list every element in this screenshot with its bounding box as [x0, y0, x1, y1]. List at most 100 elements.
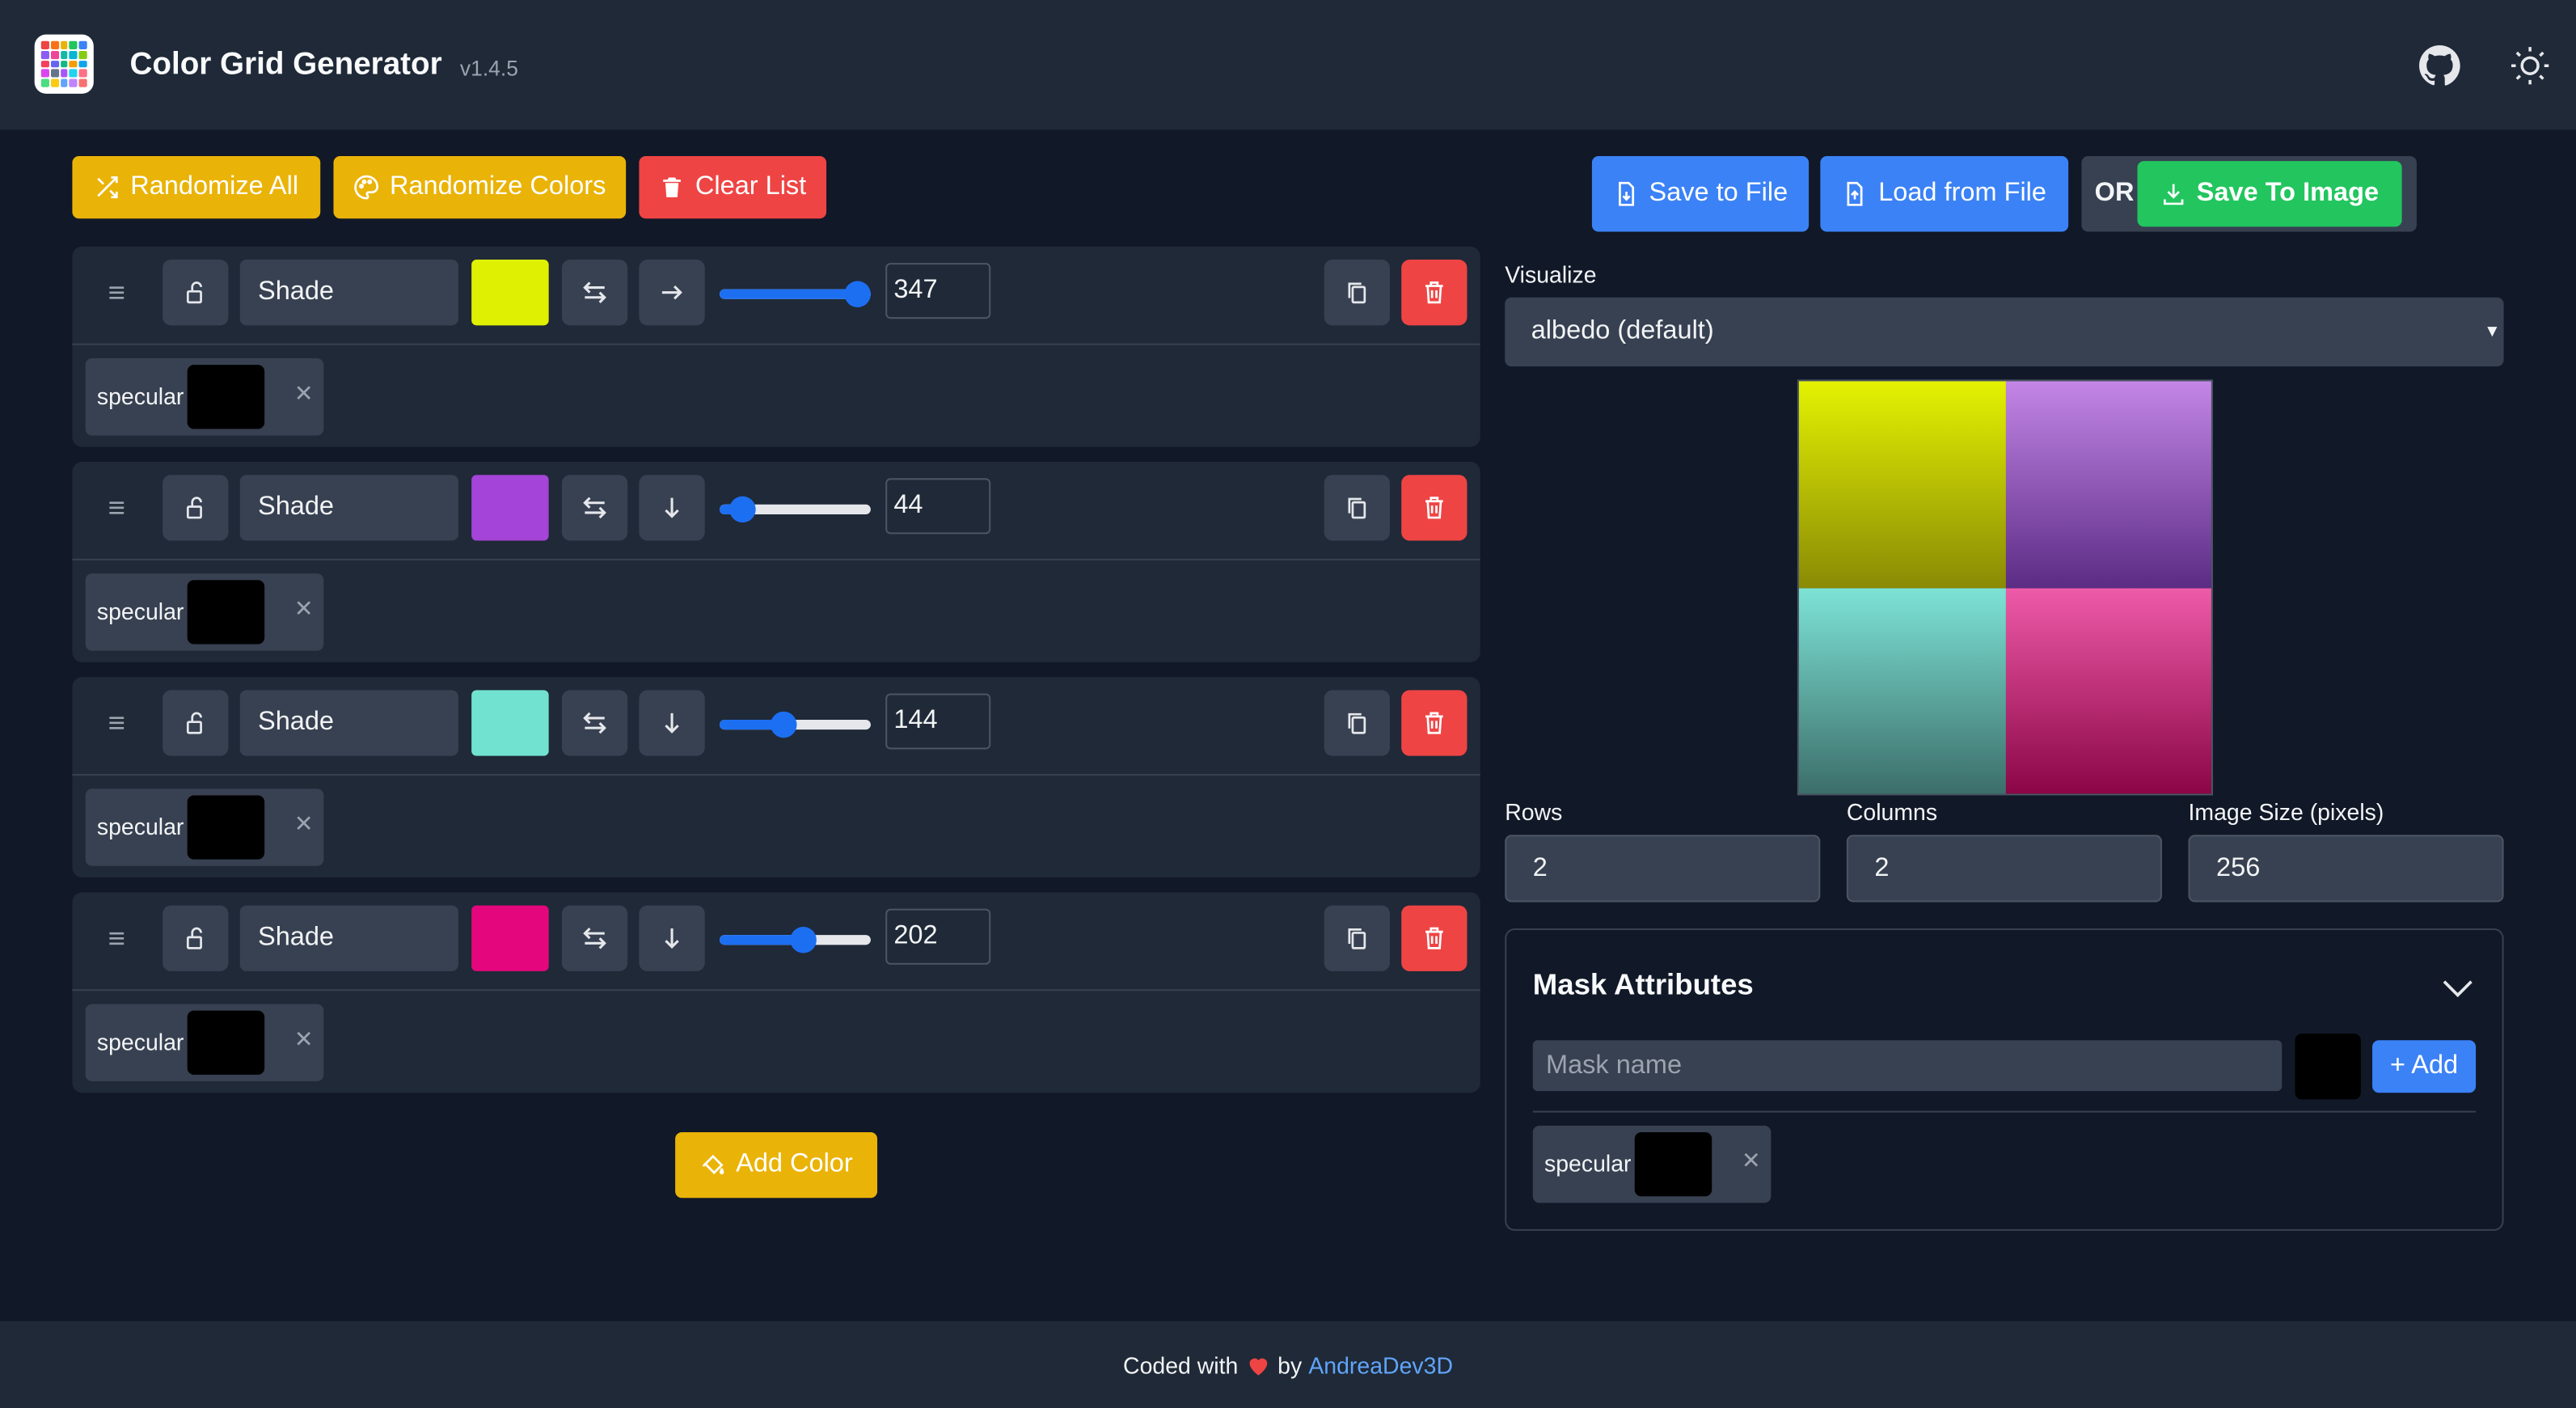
shade-slider[interactable]: [719, 496, 871, 523]
shade-name: Shade: [258, 708, 335, 737]
trash-icon[interactable]: [1401, 905, 1467, 971]
image-size-input[interactable]: 256: [2188, 835, 2504, 903]
trash-icon[interactable]: [1401, 260, 1467, 326]
slider-thumb[interactable]: [790, 926, 817, 953]
mask-item-color[interactable]: [187, 795, 265, 860]
color-row: ≡ Shade 44 specular ✕: [72, 461, 1480, 662]
rows-input[interactable]: 2: [1505, 835, 1821, 903]
swap-icon[interactable]: [561, 905, 628, 971]
slider-fill: [719, 289, 858, 299]
shade-slider[interactable]: [719, 281, 871, 307]
unlock-icon[interactable]: [163, 905, 229, 971]
file-download-icon: [1618, 181, 1634, 206]
shade-value: 44: [893, 491, 923, 520]
swap-icon[interactable]: [561, 475, 628, 541]
color-row-controls: ≡ Shade 347: [72, 247, 1480, 345]
shade-name-input[interactable]: Shade: [239, 690, 458, 756]
mask-item-color[interactable]: [187, 1010, 265, 1075]
mask-item-color[interactable]: [187, 580, 265, 645]
mask-item-label: specular: [1543, 1150, 1632, 1177]
shade-slider[interactable]: [719, 711, 871, 738]
close-icon[interactable]: ✕: [294, 810, 314, 839]
slider-thumb[interactable]: [844, 281, 871, 307]
color-row: ≡ Shade 144 specular ✕: [72, 677, 1480, 878]
color-swatch[interactable]: [471, 475, 549, 541]
close-icon[interactable]: ✕: [294, 595, 314, 624]
shade-name-input[interactable]: Shade: [239, 905, 458, 971]
copy-icon[interactable]: [1324, 260, 1390, 326]
close-icon[interactable]: ✕: [294, 1025, 314, 1054]
unlock-icon[interactable]: [163, 260, 229, 326]
shade-value-input[interactable]: 347: [885, 263, 991, 319]
mask-item: specular ✕: [85, 789, 324, 866]
trash-icon[interactable]: [1401, 475, 1467, 541]
preview-cell: [2004, 381, 2211, 588]
copy-icon[interactable]: [1324, 690, 1390, 756]
rows-value: 2: [1532, 853, 1548, 882]
drag-handle-icon[interactable]: ≡: [102, 922, 132, 955]
trash-icon: [663, 177, 682, 197]
clear-list-button[interactable]: Clear List: [639, 156, 827, 219]
close-icon[interactable]: ✕: [1742, 1147, 1761, 1175]
columns-input[interactable]: 2: [1846, 835, 2162, 903]
chevron-down-icon[interactable]: [2439, 970, 2476, 1006]
shade-value-input[interactable]: 144: [885, 693, 991, 750]
slider-thumb[interactable]: [729, 496, 756, 523]
shade-name-input[interactable]: Shade: [239, 260, 458, 326]
visualize-select[interactable]: albedo (default) ▾: [1505, 297, 2504, 367]
randomize-colors-button[interactable]: Randomize Colors: [333, 156, 627, 219]
author-link[interactable]: AndreaDev3D: [1308, 1351, 1453, 1378]
paint-bucket-icon: [702, 1154, 724, 1175]
unlock-icon[interactable]: [163, 475, 229, 541]
direction-down-arrow-icon[interactable]: [639, 905, 705, 971]
mask-color-picker[interactable]: [2295, 1034, 2361, 1100]
copy-icon[interactable]: [1324, 905, 1390, 971]
mask-item-color[interactable]: [187, 365, 265, 429]
close-icon[interactable]: ✕: [294, 379, 314, 408]
add-color-button[interactable]: Add Color: [675, 1131, 878, 1199]
unlock-icon[interactable]: [163, 690, 229, 756]
save-to-image-button[interactable]: Save To Image: [2137, 161, 2402, 227]
add-mask-button[interactable]: + Add: [2372, 1040, 2477, 1093]
app-title: Color Grid Generator: [129, 47, 442, 82]
mask-item: specular ✕: [85, 357, 324, 436]
direction-down-arrow-icon[interactable]: [639, 690, 705, 756]
drag-handle-icon[interactable]: ≡: [102, 492, 132, 525]
shade-value-input[interactable]: 202: [885, 908, 991, 965]
or-label: OR: [2094, 179, 2135, 208]
sun-icon[interactable]: [2509, 44, 2552, 87]
shade-slider[interactable]: [719, 926, 871, 953]
color-swatch[interactable]: [471, 905, 549, 971]
color-swatch[interactable]: [471, 260, 549, 326]
grid-preview: [1797, 379, 2213, 796]
mask-item-color[interactable]: [1634, 1131, 1712, 1197]
heart-icon: [1248, 1357, 1267, 1375]
slider-thumb[interactable]: [770, 711, 797, 738]
randomize-all-button[interactable]: Randomize All: [72, 156, 321, 219]
shuffle-icon: [98, 176, 119, 199]
swap-icon[interactable]: [561, 260, 628, 326]
mask-name-input[interactable]: Mask name: [1532, 1040, 2283, 1092]
preview-cell: [1798, 381, 2005, 588]
copy-icon[interactable]: [1324, 475, 1390, 541]
drag-handle-icon[interactable]: ≡: [102, 276, 132, 309]
swap-icon[interactable]: [561, 690, 628, 756]
drag-handle-icon[interactable]: ≡: [102, 707, 132, 740]
save-to-file-button[interactable]: Save to File: [1591, 156, 1810, 232]
mask-attributes-title: Mask Attributes: [1532, 967, 1754, 1001]
shade-name-input[interactable]: Shade: [239, 475, 458, 541]
trash-icon[interactable]: [1401, 690, 1467, 756]
shade-name: Shade: [258, 493, 335, 522]
color-row-controls: ≡ Shade 202: [72, 892, 1480, 992]
divider: [1532, 1110, 2477, 1113]
color-grid-logo-icon: [34, 34, 94, 94]
direction-down-arrow-icon[interactable]: [639, 475, 705, 541]
direction-right-arrow-icon[interactable]: [639, 260, 705, 326]
github-icon[interactable]: [2418, 44, 2461, 87]
load-from-file-label: Load from File: [1878, 179, 2046, 208]
load-from-file-button[interactable]: Load from File: [1820, 156, 2069, 232]
shade-value-input[interactable]: 44: [885, 478, 991, 535]
mask-item-label: specular: [96, 813, 184, 840]
save-to-image-label: Save To Image: [2196, 179, 2380, 208]
color-swatch[interactable]: [471, 690, 549, 756]
